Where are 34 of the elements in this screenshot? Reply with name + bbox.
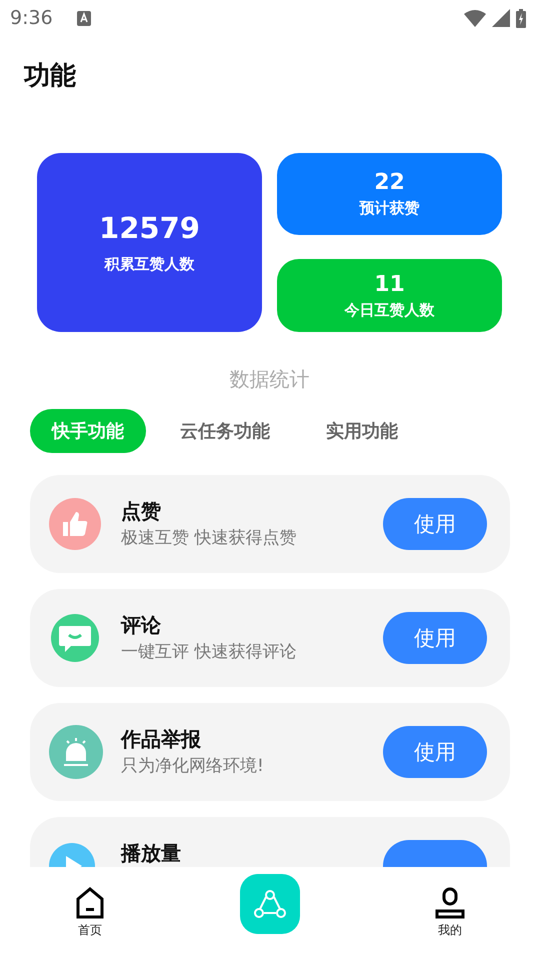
chat-bubble-icon bbox=[49, 612, 101, 664]
home-icon bbox=[76, 887, 104, 919]
share-icon bbox=[253, 889, 287, 919]
nav-tab[interactable]: 首页 bbox=[60, 874, 120, 940]
person-icon bbox=[435, 887, 465, 919]
section-caption: 数据统计 bbox=[230, 367, 310, 391]
feature-subtitle: 极速互赞 快速获得点赞 bbox=[121, 527, 298, 549]
notification-icon bbox=[76, 10, 91, 26]
wifi-icon bbox=[464, 8, 486, 26]
feature-title: 点赞 bbox=[121, 498, 162, 525]
nav-tab[interactable]: 我的 bbox=[420, 874, 480, 940]
share-button[interactable] bbox=[240, 874, 300, 934]
use-button[interactable]: 使用 bbox=[383, 726, 487, 778]
feature-title: 作品举报 bbox=[121, 726, 202, 753]
stat-label: 积累互赞人数 bbox=[104, 255, 194, 274]
stat-value: 12579 bbox=[99, 211, 200, 245]
alarm-light-icon bbox=[49, 725, 103, 779]
stat-value: 11 bbox=[374, 272, 405, 296]
signal-icon bbox=[492, 8, 510, 26]
stat-value: 22 bbox=[374, 170, 405, 195]
stat-label: 今日互赞人数 bbox=[344, 300, 434, 320]
feature-subtitle: 一键互评 快速获得评论 bbox=[121, 641, 298, 663]
status-time: 9:36 bbox=[10, 7, 53, 29]
battery-icon bbox=[516, 8, 526, 28]
feature-title: 播放量 bbox=[121, 840, 182, 867]
category-tab[interactable]: 实用功能 bbox=[304, 409, 420, 453]
thumbs-up-icon bbox=[49, 498, 101, 550]
feature-title: 评论 bbox=[121, 612, 162, 639]
use-button[interactable]: 使用 bbox=[383, 612, 487, 664]
category-tab[interactable]: 云任务功能 bbox=[158, 409, 292, 453]
use-button[interactable]: 使用 bbox=[383, 498, 487, 550]
page-title: 功能 bbox=[24, 61, 76, 91]
feature-subtitle: 只为净化网络环境! bbox=[121, 755, 265, 777]
stat-label: 预计获赞 bbox=[360, 199, 420, 218]
